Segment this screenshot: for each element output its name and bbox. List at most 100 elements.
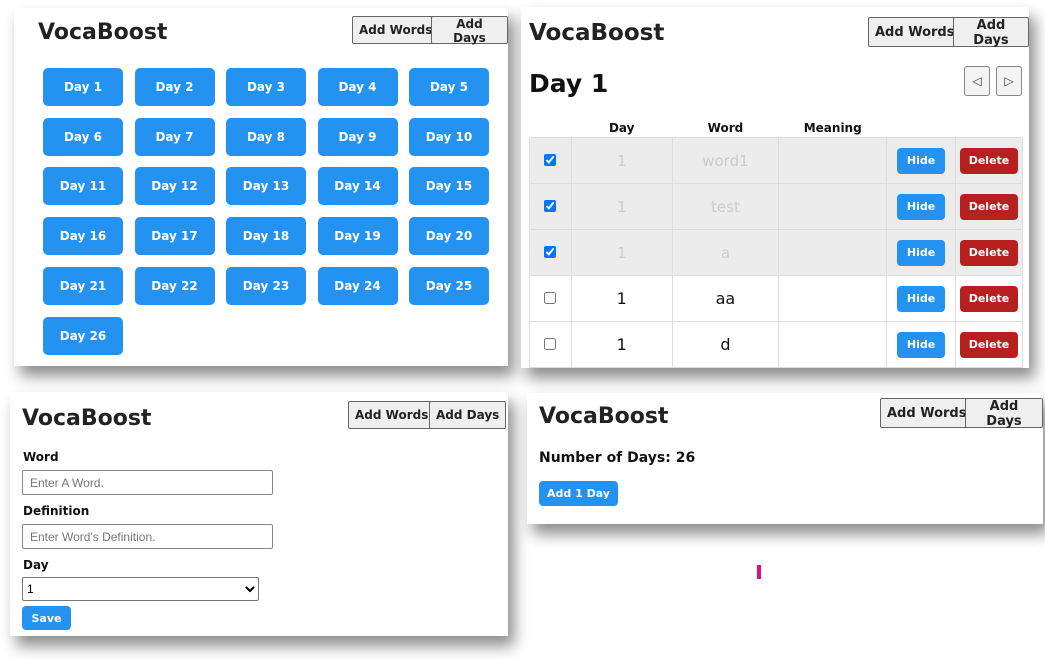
- row-hide-cell: Hide: [886, 137, 956, 184]
- day-button[interactable]: Day 1: [43, 68, 123, 106]
- day-select[interactable]: 1: [22, 577, 259, 601]
- row-check-cell: [529, 275, 572, 322]
- word-table: Day Word Meaning 1 word1 Hide Delete 1 test Hi…: [529, 119, 1023, 368]
- delete-button[interactable]: Delete: [960, 193, 1018, 220]
- add-days-button[interactable]: Add Days: [429, 401, 507, 429]
- row-meaning: [778, 321, 888, 368]
- day-button[interactable]: Day 9: [317, 117, 398, 156]
- row-word: test: [671, 183, 780, 230]
- add-days-button[interactable]: Add Days: [431, 16, 508, 45]
- day-button[interactable]: Day 20: [409, 217, 489, 256]
- day-button[interactable]: Day 17: [134, 217, 215, 256]
- row-meaning: [778, 275, 888, 322]
- row-meaning: [778, 229, 888, 276]
- add-words-button[interactable]: Add Words: [868, 17, 962, 47]
- prev-day-button[interactable]: ◁: [964, 66, 990, 96]
- header-delete: [956, 119, 1023, 138]
- done-checkbox[interactable]: [544, 292, 557, 304]
- day-button[interactable]: Day 11: [43, 167, 123, 206]
- day-button[interactable]: Day 7: [134, 117, 215, 156]
- day-button[interactable]: Day 15: [409, 167, 489, 206]
- cursor-marker: [757, 565, 761, 579]
- header-word: Word: [707, 121, 744, 135]
- day-button[interactable]: Day 26: [43, 316, 123, 355]
- day-button[interactable]: Day 12: [134, 167, 215, 206]
- hide-button[interactable]: Hide: [897, 331, 946, 358]
- hide-button[interactable]: Hide: [897, 147, 946, 174]
- next-day-button[interactable]: ▷: [996, 66, 1022, 96]
- brand-logo: VocaBoost: [539, 404, 669, 429]
- add-words-button[interactable]: Add Words: [880, 398, 974, 428]
- row-word: word1: [671, 137, 780, 184]
- row-hide-cell: Hide: [886, 321, 956, 368]
- table-row: 1 test Hide Delete: [529, 183, 1023, 230]
- day-button[interactable]: Day 25: [409, 266, 489, 305]
- row-check-cell: [529, 183, 572, 230]
- word-input[interactable]: [22, 470, 273, 495]
- row-word: aa: [671, 275, 780, 322]
- done-checkbox[interactable]: [544, 245, 557, 258]
- row-day: 1: [570, 183, 673, 230]
- day-list-panel: VocaBoost Add Words Add Days Day 1 Day 2 D…: [14, 8, 508, 366]
- row-check-cell: [529, 321, 572, 368]
- row-meaning: [778, 137, 888, 184]
- day-button[interactable]: Day 4: [317, 68, 398, 106]
- row-delete-cell: Delete: [955, 321, 1023, 368]
- day-button[interactable]: Day 13: [226, 167, 306, 206]
- add-words-button[interactable]: Add Words: [352, 16, 440, 44]
- delete-button[interactable]: Delete: [960, 285, 1018, 312]
- day-button[interactable]: Day 6: [43, 117, 123, 156]
- hide-button[interactable]: Hide: [897, 285, 946, 312]
- add-one-day-button[interactable]: Add 1 Day: [539, 481, 618, 506]
- day-button[interactable]: Day 10: [409, 117, 489, 156]
- delete-button[interactable]: Delete: [960, 331, 1018, 358]
- header-day: Day: [608, 121, 635, 135]
- day-button[interactable]: Day 22: [134, 266, 215, 305]
- done-checkbox[interactable]: [544, 153, 557, 166]
- row-hide-cell: Hide: [886, 275, 956, 322]
- table-row: 1 d Hide Delete: [529, 321, 1023, 368]
- row-check-cell: [529, 137, 572, 184]
- day-button[interactable]: Day 18: [226, 217, 306, 256]
- day-button[interactable]: Day 16: [43, 217, 123, 256]
- delete-button[interactable]: Delete: [960, 239, 1018, 266]
- row-day: 1: [570, 137, 673, 184]
- brand-logo: VocaBoost: [529, 20, 665, 46]
- day-button[interactable]: Day 19: [317, 217, 398, 256]
- table-header-row: Day Word Meaning: [530, 119, 1023, 138]
- hide-button[interactable]: Hide: [897, 193, 946, 220]
- hide-button[interactable]: Hide: [897, 239, 946, 266]
- row-delete-cell: Delete: [955, 137, 1023, 184]
- row-delete-cell: Delete: [955, 229, 1023, 276]
- add-days-button[interactable]: Add Days: [965, 398, 1043, 429]
- brand-logo: VocaBoost: [38, 20, 168, 45]
- row-delete-cell: Delete: [955, 183, 1023, 230]
- done-checkbox[interactable]: [544, 338, 557, 350]
- row-day: 1: [570, 275, 673, 322]
- add-words-button[interactable]: Add Words: [348, 401, 436, 429]
- day-button[interactable]: Day 23: [226, 266, 306, 305]
- done-checkbox[interactable]: [544, 199, 557, 212]
- day-button[interactable]: Day 8: [226, 117, 306, 156]
- table-row: 1 aa Hide Delete: [529, 275, 1023, 322]
- row-hide-cell: Hide: [886, 183, 956, 230]
- add-days-button[interactable]: Add Days: [953, 17, 1029, 48]
- day-button[interactable]: Day 5: [409, 68, 489, 106]
- day-button[interactable]: Day 3: [226, 68, 306, 106]
- number-of-days-text: Number of Days: 26: [539, 450, 696, 466]
- day-button[interactable]: Day 14: [317, 167, 398, 206]
- row-day: 1: [570, 229, 673, 276]
- row-day: 1: [570, 321, 673, 368]
- delete-button[interactable]: Delete: [960, 147, 1018, 174]
- day-button[interactable]: Day 21: [43, 266, 123, 305]
- save-button[interactable]: Save: [22, 606, 71, 630]
- definition-input[interactable]: [22, 524, 273, 549]
- definition-label: Definition: [23, 504, 90, 518]
- row-meaning: [778, 183, 888, 230]
- table-row: 1 word1 Hide Delete: [529, 137, 1023, 184]
- row-delete-cell: Delete: [955, 275, 1023, 322]
- row-word: d: [671, 321, 780, 368]
- day-button[interactable]: Day 2: [134, 68, 215, 106]
- row-check-cell: [529, 229, 572, 276]
- day-button[interactable]: Day 24: [317, 266, 398, 305]
